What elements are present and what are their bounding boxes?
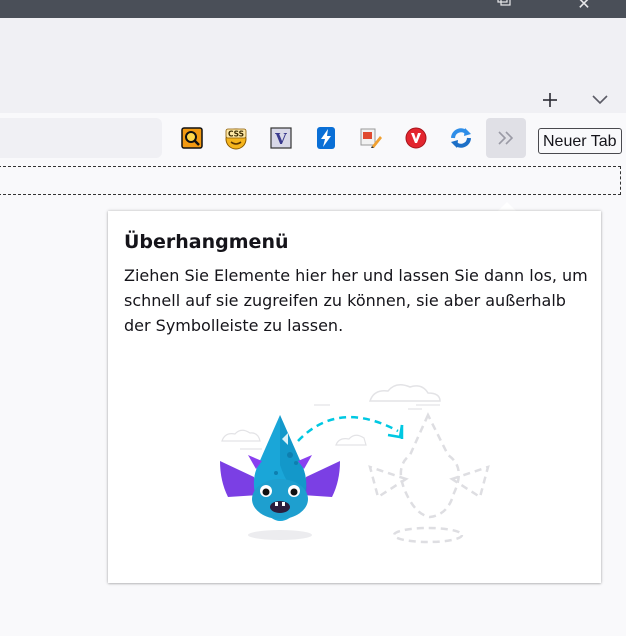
- navigation-toolbar: CSS V Neuer Tab: [0, 113, 626, 163]
- dragon-drag-illustration: [220, 384, 490, 544]
- list-all-tabs-button[interactable]: [590, 92, 610, 108]
- close-icon: ✕: [577, 0, 591, 13]
- new-tab-tooltip: Neuer Tab: [538, 128, 622, 154]
- window-titlebar: ✕: [0, 0, 626, 18]
- v-extension-icon: V: [270, 127, 292, 149]
- vivaldi-extension-icon: [405, 127, 427, 149]
- magnifier-extension-icon: [181, 127, 203, 149]
- url-bar[interactable]: [0, 118, 162, 158]
- restore-window-button[interactable]: [495, 0, 513, 15]
- overflow-panel: Überhangmenü Ziehen Sie Elemente hier he…: [108, 211, 601, 583]
- sync-extension-icon: [451, 128, 471, 148]
- extension-button-7[interactable]: [449, 126, 473, 150]
- extension-button-1[interactable]: [180, 126, 204, 150]
- overflow-menu-button[interactable]: [486, 118, 526, 158]
- extension-button-6[interactable]: [404, 126, 428, 150]
- plus-icon: [543, 93, 557, 107]
- new-tab-button[interactable]: [538, 88, 562, 112]
- double-chevron-right-icon: [498, 131, 514, 145]
- restore-icon: [497, 0, 511, 6]
- bolt-extension-icon: [317, 127, 335, 149]
- panel-title: Überhangmenü: [124, 231, 289, 253]
- svg-text:V: V: [274, 130, 287, 148]
- css-extension-icon: CSS: [225, 128, 247, 150]
- extension-button-3[interactable]: V: [269, 126, 293, 150]
- extension-button-5[interactable]: [359, 126, 383, 150]
- svg-text:CSS: CSS: [228, 130, 244, 139]
- close-window-button[interactable]: ✕: [573, 0, 595, 15]
- extension-button-2[interactable]: CSS: [224, 126, 248, 150]
- panel-description: Ziehen Sie Elemente hier her und lassen …: [124, 266, 588, 335]
- extension-button-4[interactable]: [314, 126, 338, 150]
- screenshot-edit-extension-icon: [360, 128, 382, 148]
- tab-strip: [0, 18, 626, 113]
- chevron-down-icon: [592, 95, 608, 105]
- bookmarks-toolbar-drop-area[interactable]: [0, 166, 621, 195]
